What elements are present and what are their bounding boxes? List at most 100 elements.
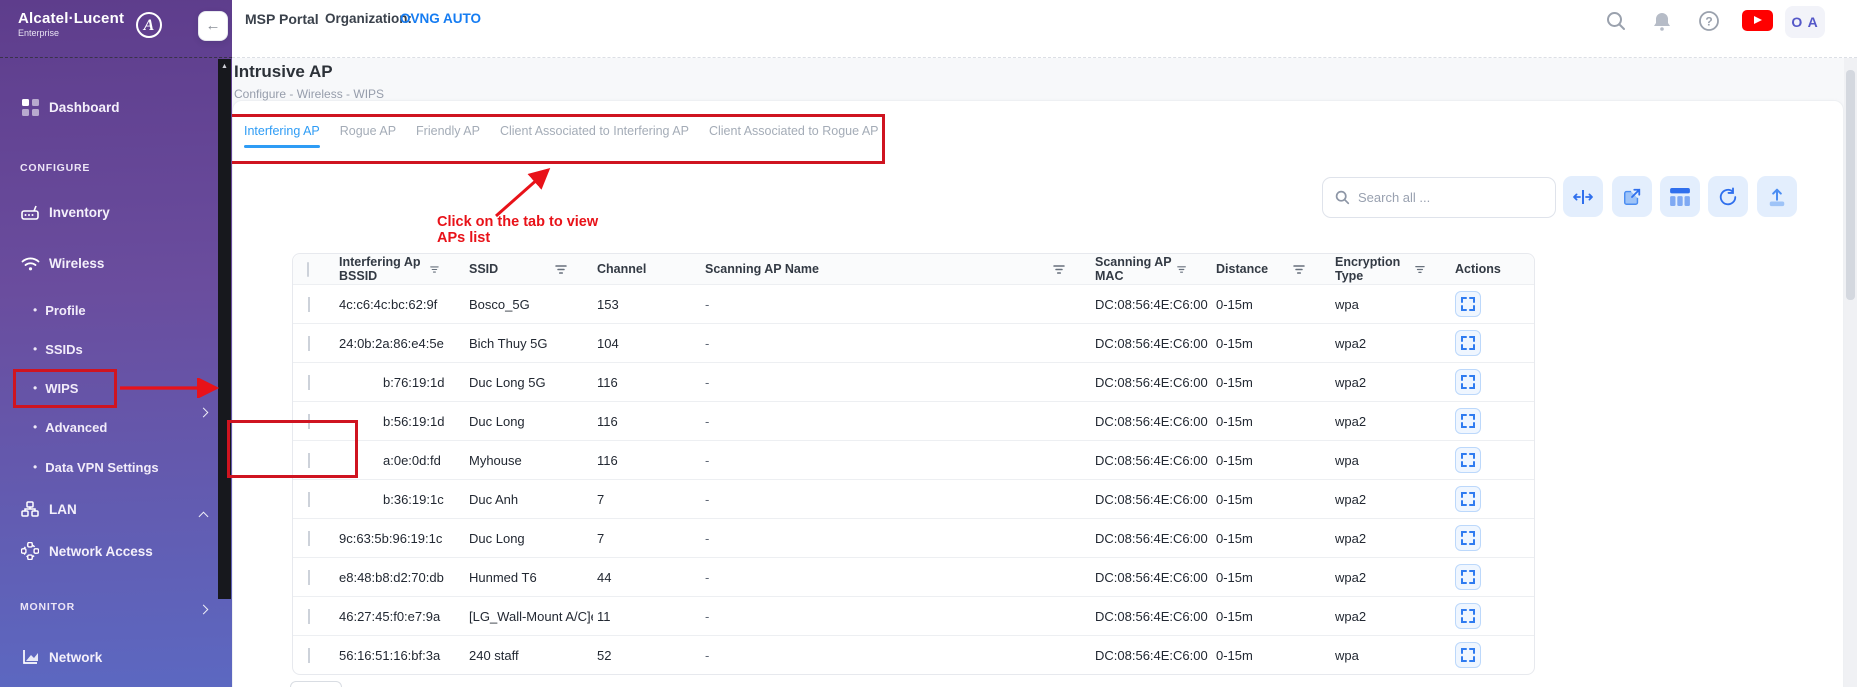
sidebar-item-network[interactable]: Network: [0, 646, 216, 668]
column-header: SSID: [469, 262, 498, 276]
expand-row-button[interactable]: [1455, 525, 1481, 551]
page-title: Intrusive AP: [234, 62, 333, 82]
cell-encryption-type: wpa2: [1331, 570, 1451, 585]
organization-value[interactable]: OVNG AUTO: [400, 11, 481, 26]
sidebar-item-lan[interactable]: LAN: [0, 498, 216, 520]
search-icon[interactable]: [1605, 10, 1627, 32]
table-columns-button[interactable]: [1660, 176, 1700, 217]
sidebar-collapse-button[interactable]: ←: [198, 11, 228, 41]
row-checkbox[interactable]: [308, 531, 310, 546]
inventory-icon: [20, 205, 40, 220]
export-icon: [1767, 187, 1787, 207]
expand-icon: [1461, 570, 1475, 584]
row-checkbox[interactable]: [308, 414, 310, 429]
cell-ssid: Myhouse: [465, 453, 593, 468]
cell-encryption-type: wpa2: [1331, 531, 1451, 546]
tab-rogue-ap[interactable]: Rogue AP: [340, 124, 396, 148]
resize-columns-icon: [1572, 188, 1594, 206]
select-all-checkbox[interactable]: [307, 262, 309, 277]
cell-interfering-ap-bssid: 56:16:51:16:bf:3a: [335, 648, 465, 663]
table-row: e8:48:b8:d2:70:db Hunmed T6 44 - DC:08:5…: [293, 557, 1534, 596]
cell-distance: 0-15m: [1212, 492, 1331, 507]
expand-row-button[interactable]: [1455, 291, 1481, 317]
sidebar-scrollbar[interactable]: ▲: [218, 59, 231, 599]
bell-icon[interactable]: [1651, 10, 1673, 32]
monitor-section-label: MONITOR: [20, 601, 75, 613]
portal-title: MSP Portal: [245, 11, 319, 27]
cell-scanning-ap-mac: DC:08:56:4E:C6:00: [1091, 297, 1212, 312]
sidebar-item-wireless[interactable]: Wireless: [0, 252, 216, 274]
expand-icon: [1461, 531, 1475, 545]
cell-scanning-ap-name: -: [701, 492, 1091, 507]
tab-client-associated-interfering-ap[interactable]: Client Associated to Interfering AP: [500, 124, 689, 148]
help-icon[interactable]: ?: [1698, 10, 1720, 32]
table-row: b:36:19:1c Duc Anh 7 - DC:08:56:4E:C6:00…: [293, 479, 1534, 518]
expand-row-button[interactable]: [1455, 330, 1481, 356]
bullet-icon: •: [33, 460, 37, 474]
sidebar-item-data-vpn-settings[interactable]: • Data VPN Settings: [0, 457, 216, 477]
expand-row-button[interactable]: [1455, 486, 1481, 512]
tab-client-associated-rogue-ap[interactable]: Client Associated to Rogue AP: [709, 124, 879, 148]
youtube-icon[interactable]: [1742, 10, 1773, 31]
row-checkbox[interactable]: [308, 297, 310, 312]
cell-channel: 11: [593, 609, 701, 624]
expand-icon: [1461, 297, 1475, 311]
search-input[interactable]: [1358, 190, 1538, 205]
sidebar-item-label: Data VPN Settings: [45, 460, 158, 475]
annotation-arrow-icon: [478, 160, 568, 222]
expand-row-button[interactable]: [1455, 564, 1481, 590]
expand-row-button[interactable]: [1455, 369, 1481, 395]
row-checkbox[interactable]: [308, 453, 310, 468]
sidebar-item-ssids[interactable]: • SSIDs: [0, 339, 216, 359]
sidebar-item-dashboard[interactable]: Dashboard: [0, 96, 216, 118]
brand-subtitle: Enterprise: [18, 28, 124, 38]
page-scrollbar-thumb[interactable]: [1846, 70, 1855, 300]
row-checkbox[interactable]: [308, 570, 310, 585]
export-button[interactable]: [1757, 176, 1797, 217]
scroll-up-icon[interactable]: ▲: [218, 63, 231, 70]
filter-icon[interactable]: [555, 264, 567, 275]
filter-icon[interactable]: [1415, 264, 1425, 275]
avatar[interactable]: O A: [1785, 6, 1825, 38]
expand-row-button[interactable]: [1455, 408, 1481, 434]
filter-icon[interactable]: [430, 264, 439, 275]
brand-name: Alcatel·Lucent: [18, 10, 124, 27]
cell-ssid: 240 staff: [465, 648, 593, 663]
tab-friendly-ap[interactable]: Friendly AP: [416, 124, 480, 148]
resize-columns-button[interactable]: [1563, 176, 1603, 217]
expand-row-button[interactable]: [1455, 447, 1481, 473]
column-header: Channel: [597, 262, 646, 276]
cell-channel: 153: [593, 297, 701, 312]
expand-row-button[interactable]: [1455, 642, 1481, 668]
cell-distance: 0-15m: [1212, 375, 1331, 390]
open-in-new-icon: [1622, 187, 1642, 207]
pagination-page-size[interactable]: [290, 681, 342, 687]
sidebar-item-inventory[interactable]: Inventory: [0, 201, 216, 223]
table-row: 9c:63:5b:96:19:1c Duc Long 7 - DC:08:56:…: [293, 518, 1534, 557]
refresh-button[interactable]: [1708, 176, 1748, 217]
dashboard-icon: [20, 99, 40, 116]
row-checkbox[interactable]: [308, 336, 310, 351]
expand-icon: [1461, 336, 1475, 350]
row-checkbox[interactable]: [308, 609, 310, 624]
bullet-icon: •: [33, 303, 37, 317]
sidebar-item-profile[interactable]: • Profile: [0, 300, 216, 320]
sidebar-item-network-access[interactable]: Network Access: [0, 540, 216, 562]
open-in-new-button[interactable]: [1612, 176, 1652, 217]
filter-icon[interactable]: [1177, 264, 1186, 275]
row-checkbox[interactable]: [308, 492, 310, 507]
filter-icon[interactable]: [1293, 264, 1305, 275]
row-checkbox[interactable]: [308, 648, 310, 663]
row-checkbox[interactable]: [308, 375, 310, 390]
svg-text:?: ?: [1705, 15, 1712, 29]
cell-ssid: Duc Long: [465, 531, 593, 546]
expand-row-button[interactable]: [1455, 603, 1481, 629]
tab-interfering-ap[interactable]: Interfering AP: [244, 124, 320, 148]
filter-icon[interactable]: [1053, 264, 1065, 275]
alcatel-logo-icon: A: [136, 12, 162, 38]
cell-scanning-ap-name: -: [701, 531, 1091, 546]
cell-interfering-ap-bssid: 9c:63:5b:96:19:1c: [335, 531, 465, 546]
table-columns-icon: [1670, 188, 1690, 206]
sidebar-item-advanced[interactable]: • Advanced: [0, 417, 216, 437]
sidebar-item-label: WIPS: [45, 381, 78, 396]
